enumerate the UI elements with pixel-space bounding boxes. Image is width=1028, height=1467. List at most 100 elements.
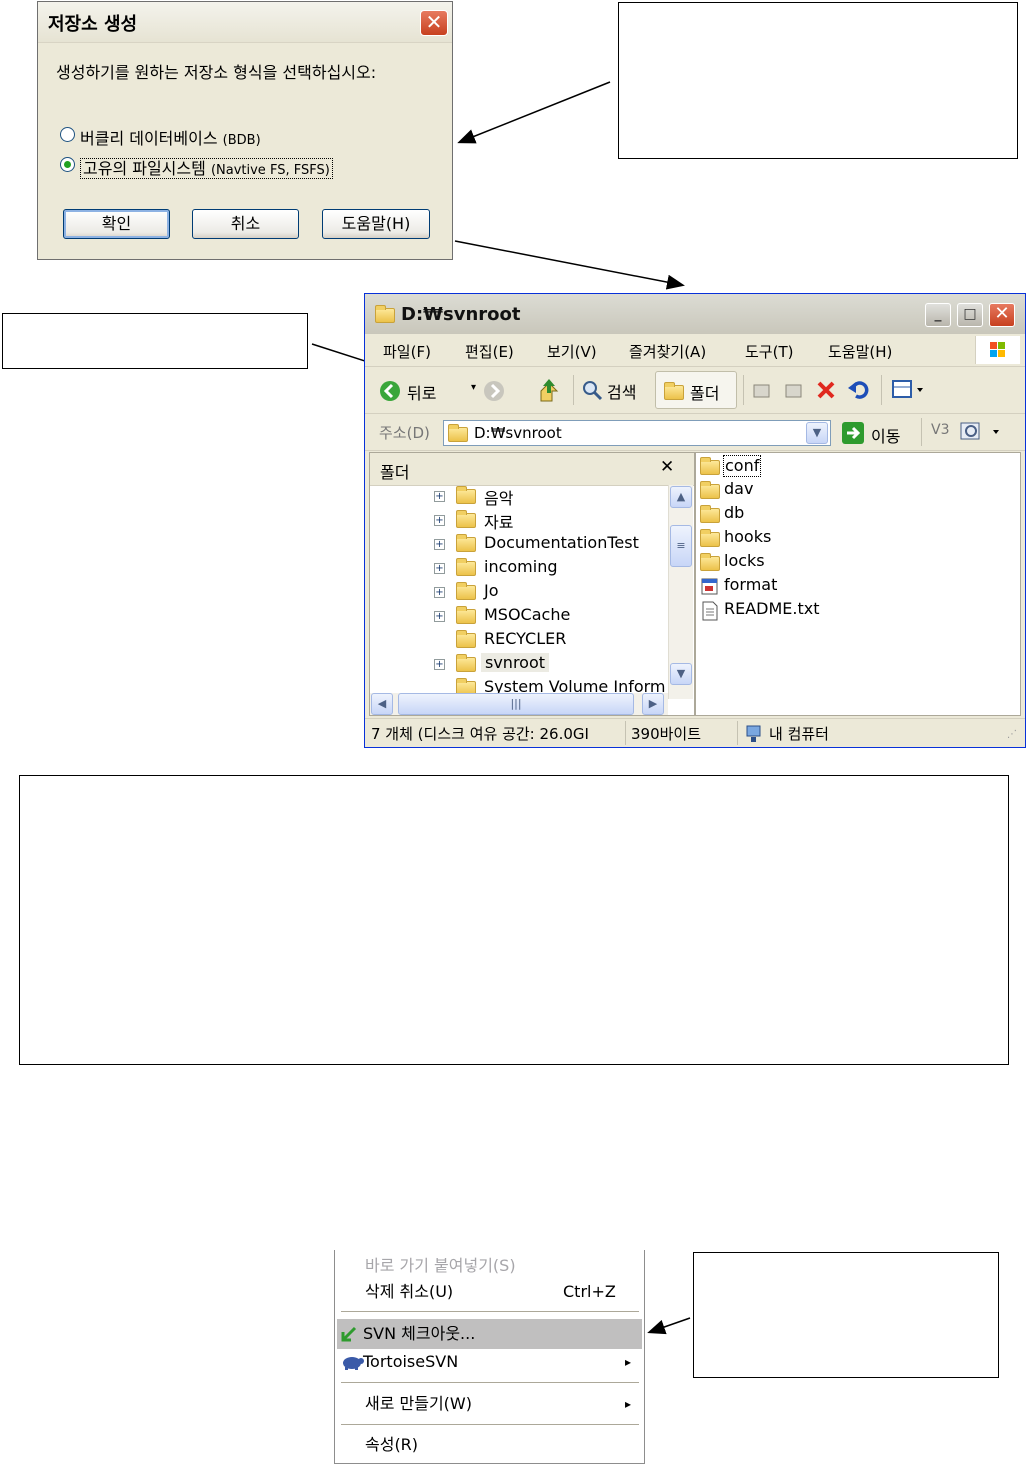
search-button[interactable]: 검색 xyxy=(581,376,647,404)
back-label: 뒤로 xyxy=(407,384,437,403)
folder-icon xyxy=(456,678,476,693)
menu-file[interactable]: 파일(F) xyxy=(383,341,431,362)
menu-edit[interactable]: 편집(E) xyxy=(465,341,514,362)
menu-item-shortcut: Ctrl+Z xyxy=(563,1282,616,1301)
delete-icon[interactable] xyxy=(815,379,837,401)
menu-item-new[interactable]: 새로 만들기(W) ▸ xyxy=(337,1389,642,1419)
file-item-conf[interactable]: conf xyxy=(696,455,1020,479)
arrow-to-explorer xyxy=(454,240,685,290)
tree-item-recycler[interactable]: RECYCLER xyxy=(370,629,668,653)
folders-button[interactable]: 폴더 xyxy=(655,371,737,409)
toolbar-separator xyxy=(743,375,744,405)
address-dropdown-button[interactable]: ▼ xyxy=(806,422,828,444)
tree-item-label: 음악 xyxy=(484,489,514,508)
folder-icon xyxy=(456,510,476,528)
menu-favorites[interactable]: 즐겨찾기(A) xyxy=(629,341,706,362)
expand-icon[interactable]: + xyxy=(434,659,445,670)
status-bar: 7 개체 (디스크 여유 공간: 26.0GI 390바이트 내 컴퓨터 ⋰ xyxy=(365,718,1025,747)
expand-icon[interactable]: + xyxy=(434,611,445,622)
tree-horizontal-scrollbar[interactable]: ◀ ||| ▶ xyxy=(370,693,668,715)
scroll-down-button[interactable]: ▼ xyxy=(670,663,692,685)
tree-item-jo[interactable]: + Jo xyxy=(370,581,668,605)
file-item-dav[interactable]: dav xyxy=(696,479,1020,503)
resize-grip-icon[interactable]: ⋰ xyxy=(1007,729,1017,740)
menu-item-label: TortoiseSVN xyxy=(363,1352,459,1371)
toolbar-separator xyxy=(881,375,882,405)
folder-pane-close-icon[interactable]: ✕ xyxy=(660,457,674,477)
go-button[interactable]: 이동 xyxy=(841,420,921,446)
scroll-right-button[interactable]: ▶ xyxy=(642,693,664,715)
tortoise-icon xyxy=(343,1357,364,1370)
menu-separator xyxy=(341,1424,639,1425)
file-item-format[interactable]: format xyxy=(696,575,1020,599)
views-icon[interactable] xyxy=(891,379,927,401)
back-dropdown-icon[interactable]: ▾ xyxy=(471,382,476,393)
tree-item-label: 자료 xyxy=(484,513,514,532)
tree-item-incoming[interactable]: + incoming xyxy=(370,557,668,581)
back-arrow-icon xyxy=(380,381,400,401)
menu-item-tortoisesvn[interactable]: TortoiseSVN ▸ xyxy=(337,1347,642,1377)
address-bar: 주소(D) D:₩svnroot ▼ 이동 V3 xyxy=(365,414,1025,451)
file-item-label: format xyxy=(724,575,778,594)
minimize-button[interactable]: _ xyxy=(925,303,951,327)
explorer-toolbar: 뒤로 ▾ 검색 폴더 xyxy=(365,367,1025,414)
tree-item-label: svnroot xyxy=(481,653,550,672)
menu-item-svn-checkout[interactable]: SVN 체크아웃... xyxy=(337,1319,642,1349)
menu-bar: 파일(F) 편집(E) 보기(V) 즐겨찾기(A) 도구(T) 도움말(H) xyxy=(365,334,1025,367)
status-separator xyxy=(737,721,738,745)
windows-logo-icon xyxy=(975,336,1020,364)
maximize-button[interactable]: □ xyxy=(957,303,983,327)
folder-tree-pane: 폴더 ✕ + 음악 + 자료 + DocumentationTest + inc… xyxy=(369,452,695,716)
file-item-label: README.txt xyxy=(724,599,820,618)
toolbar-separator xyxy=(921,418,922,446)
scroll-up-button[interactable]: ▲ xyxy=(670,486,692,508)
context-menu: 바로 가기 붙여넣기(S) 삭제 취소(U) Ctrl+Z SVN 체크아웃..… xyxy=(334,1250,645,1464)
status-size: 390바이트 xyxy=(631,725,702,743)
tree-item-system-volume-information[interactable]: System Volume Inform xyxy=(370,677,668,693)
file-item-label: conf xyxy=(723,455,762,477)
file-item-db[interactable]: db xyxy=(696,503,1020,527)
file-item-label: dav xyxy=(724,479,754,498)
scroll-h-thumb[interactable]: ||| xyxy=(398,693,634,715)
expand-icon[interactable]: + xyxy=(434,563,445,574)
tree-item-documentationtest[interactable]: + DocumentationTest xyxy=(370,533,668,557)
file-item-readme[interactable]: README.txt xyxy=(696,599,1020,623)
menu-separator xyxy=(341,1382,639,1383)
explorer-titlebar[interactable]: D:₩svnroot _ □ ✕ xyxy=(365,294,1025,334)
folder-icon xyxy=(700,457,720,475)
expand-icon[interactable]: + xyxy=(434,587,445,598)
menu-tools[interactable]: 도구(T) xyxy=(745,341,793,362)
address-input[interactable]: D:₩svnroot ▼ xyxy=(443,420,831,446)
move-to-icon[interactable] xyxy=(751,379,773,401)
up-folder-icon[interactable] xyxy=(537,377,561,403)
copy-to-icon[interactable] xyxy=(783,379,805,401)
scroll-thumb[interactable]: ≡ xyxy=(670,525,692,567)
scroll-left-button[interactable]: ◀ xyxy=(371,693,393,715)
expand-icon[interactable]: + xyxy=(434,539,445,550)
v3-scan-icon[interactable] xyxy=(959,420,1005,444)
file-item-locks[interactable]: locks xyxy=(696,551,1020,575)
expand-icon[interactable]: + xyxy=(434,491,445,502)
menu-item-properties[interactable]: 속성(R) xyxy=(337,1430,642,1460)
undo-icon[interactable] xyxy=(847,378,871,400)
forward-arrow-icon[interactable] xyxy=(483,380,505,402)
status-object-count: 7 개체 (디스크 여유 공간: 26.0GI xyxy=(371,725,589,743)
folders-label: 폴더 xyxy=(690,384,720,403)
tree-item-svnroot[interactable]: + svnroot xyxy=(370,653,668,677)
menu-item-undo-delete[interactable]: 삭제 취소(U) Ctrl+Z xyxy=(337,1277,642,1307)
tree-item-data[interactable]: + 자료 xyxy=(370,509,668,533)
tree-vertical-scrollbar[interactable]: ▲ ≡ ▼ xyxy=(668,485,693,699)
close-button[interactable]: ✕ xyxy=(989,303,1015,327)
folder-open-icon xyxy=(664,382,684,400)
v3-label: V3 xyxy=(931,422,950,438)
address-value: D:₩svnroot xyxy=(474,424,562,442)
expand-icon[interactable]: + xyxy=(434,515,445,526)
tree-item-music[interactable]: + 음악 xyxy=(370,485,668,509)
tree-item-label: System Volume Inform xyxy=(484,677,666,693)
menu-view[interactable]: 보기(V) xyxy=(547,341,597,362)
tree-item-msocache[interactable]: + MSOCache xyxy=(370,605,668,629)
back-button[interactable]: 뒤로 ▾ xyxy=(379,376,476,404)
file-item-hooks[interactable]: hooks xyxy=(696,527,1020,551)
folder-pane-title: 폴더 xyxy=(380,463,410,482)
menu-help[interactable]: 도움말(H) xyxy=(828,341,892,362)
